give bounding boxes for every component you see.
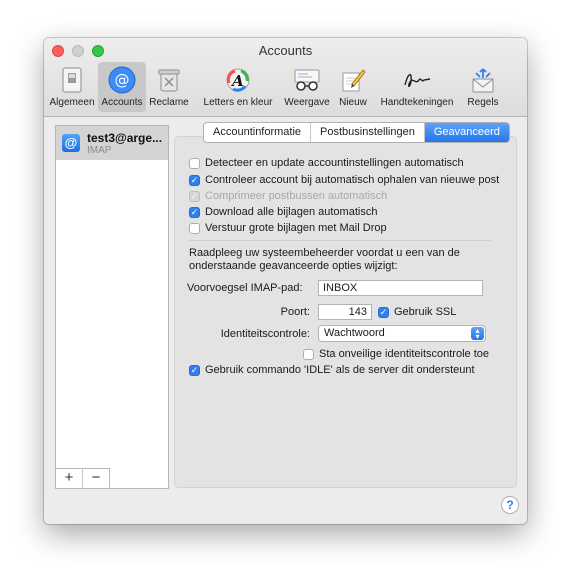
settings-tabs: Accountinformatie Postbusinstellingen Ge… <box>203 122 510 143</box>
toolbar-item-weergave[interactable]: Weergave <box>282 62 332 112</box>
divider <box>189 240 491 241</box>
font-color-icon: A <box>222 65 254 95</box>
at-sign-icon: @ <box>62 134 80 152</box>
mail-drop-checkbox[interactable] <box>189 222 200 234</box>
toolbar: Accounts Algemeen @ Accounts Reclame A L… <box>44 38 527 117</box>
toolbar-item-accounts[interactable]: @ Accounts <box>98 62 146 112</box>
toolbar-label: Nieuw <box>339 97 367 108</box>
account-type: IMAP <box>87 145 112 156</box>
at-sign-icon: @ <box>106 65 138 95</box>
compress-mailboxes-checkbox: ✓ <box>189 190 200 202</box>
auth-select-value: Wachtwoord <box>324 327 385 339</box>
toolbar-label: Letters en kleur <box>203 97 273 108</box>
imap-prefix-label: Voorvoegsel IMAP-pad: <box>187 282 303 294</box>
tab-postbusinstellingen[interactable]: Postbusinstellingen <box>311 123 425 142</box>
port-label: Poort: <box>280 306 310 318</box>
insecure-auth-checkbox[interactable] <box>303 348 314 360</box>
switch-icon <box>56 65 88 95</box>
envelope-rules-icon <box>467 65 499 95</box>
detect-settings-option[interactable]: Detecteer en update accountinstellingen … <box>189 156 464 170</box>
svg-text:A: A <box>230 72 244 90</box>
account-name: test3@arge... <box>87 131 163 145</box>
accounts-list[interactable]: @ test3@arge... IMAP <box>55 125 169 489</box>
mail-drop-option[interactable]: Verstuur grote bijlagen met Mail Drop <box>189 221 387 235</box>
auth-select[interactable]: Wachtwoord ▴ ▾ <box>318 325 486 342</box>
port-input[interactable]: 143 <box>318 304 372 320</box>
toolbar-label: Regels <box>467 97 499 108</box>
toolbar-label: Algemeen <box>49 97 95 108</box>
toolbar-item-regels[interactable]: Regels <box>462 62 504 112</box>
download-attachments-option[interactable]: ✓ Download alle bijlagen automatisch <box>189 205 377 219</box>
compress-mailboxes-option: ✓ Comprimeer postbussen automatisch <box>189 189 387 203</box>
toolbar-item-algemeen[interactable]: Algemeen <box>46 62 98 112</box>
chevron-up-down-icon: ▴ ▾ <box>471 327 484 341</box>
toolbar-label: Handtekeningen <box>380 97 454 108</box>
toolbar-label: Weergave <box>284 97 330 108</box>
ssl-label: Gebruik SSL <box>394 306 457 318</box>
download-attachments-checkbox[interactable]: ✓ <box>189 206 200 218</box>
detect-settings-checkbox[interactable] <box>189 157 200 169</box>
remove-account-button[interactable]: − <box>83 469 109 488</box>
toolbar-item-reclame[interactable]: Reclame <box>148 62 190 112</box>
preferences-window: Accounts Algemeen @ Accounts Reclame A L… <box>44 38 527 524</box>
check-account-checkbox[interactable]: ✓ <box>189 174 200 186</box>
toolbar-item-letters-en-kleur[interactable]: A Letters en kleur <box>196 62 280 112</box>
pencil-note-icon <box>337 65 369 95</box>
idle-option[interactable]: ✓ Gebruik commando 'IDLE' als de server … <box>189 363 475 377</box>
check-account-label: Controleer account bij automatisch ophal… <box>205 174 500 186</box>
signature-icon <box>401 65 433 95</box>
add-account-button[interactable]: + <box>56 469 83 488</box>
account-add-remove-bar: + − <box>55 468 110 489</box>
idle-checkbox[interactable]: ✓ <box>189 364 200 376</box>
insecure-auth-label: Sta onveilige identiteitscontrole toe <box>319 348 489 360</box>
auth-label: Identiteitscontrole: <box>220 328 310 340</box>
trash-icon <box>153 65 185 95</box>
account-item[interactable]: @ test3@arge... IMAP <box>56 126 168 160</box>
imap-prefix-input[interactable]: INBOX <box>318 280 483 296</box>
mail-drop-label: Verstuur grote bijlagen met Mail Drop <box>205 222 387 234</box>
insecure-auth-option[interactable]: Sta onveilige identiteitscontrole toe <box>303 347 489 361</box>
svg-text:@: @ <box>115 71 130 89</box>
ssl-checkbox[interactable]: ✓ <box>378 306 389 318</box>
ssl-option[interactable]: ✓ Gebruik SSL <box>378 305 456 319</box>
advanced-warning-text: Raadpleeg uw systeembeheerder voordat u … <box>189 247 460 272</box>
idle-label: Gebruik commando 'IDLE' als de server di… <box>205 364 475 376</box>
tab-accountinformatie[interactable]: Accountinformatie <box>204 123 312 142</box>
toolbar-label: Accounts <box>101 97 143 108</box>
toolbar-item-handtekeningen[interactable]: Handtekeningen <box>374 62 460 112</box>
help-button[interactable]: ? <box>501 496 519 514</box>
tab-geavanceerd[interactable]: Geavanceerd <box>424 123 509 142</box>
glasses-icon <box>291 65 323 95</box>
compress-mailboxes-label: Comprimeer postbussen automatisch <box>205 190 388 202</box>
detect-settings-label: Detecteer en update accountinstellingen … <box>205 157 464 169</box>
download-attachments-label: Download alle bijlagen automatisch <box>205 206 378 218</box>
window-title: Accounts <box>258 43 313 58</box>
toolbar-label: Reclame <box>149 97 189 108</box>
check-account-option[interactable]: ✓ Controleer account bij automatisch oph… <box>189 173 499 187</box>
toolbar-item-nieuw[interactable]: Nieuw <box>334 62 372 112</box>
